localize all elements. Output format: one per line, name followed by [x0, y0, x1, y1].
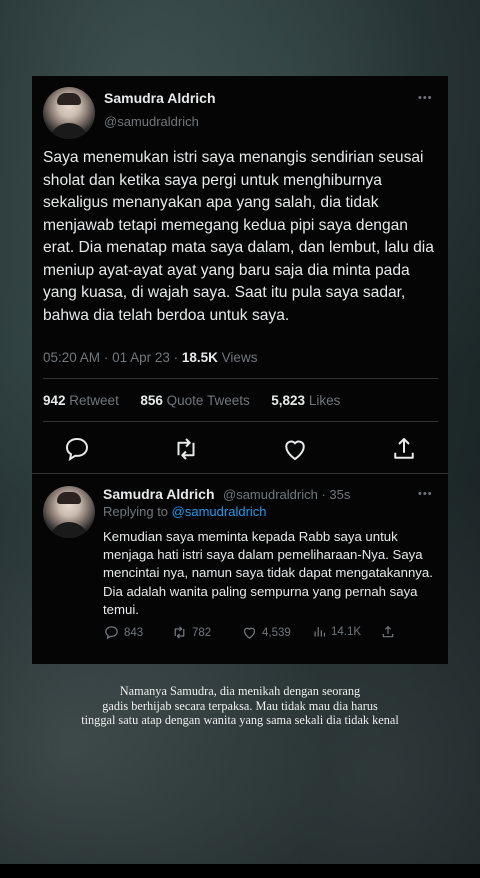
tweet-meta: 05:20 AM · 01 Apr 23 · 18.5K Views — [43, 350, 258, 365]
replying-to: Replying to @samudraldrich — [103, 504, 267, 519]
likes-stat[interactable]: 5,823 Likes — [271, 393, 340, 408]
replying-link[interactable]: @samudraldrich — [172, 504, 267, 519]
share-icon — [382, 626, 394, 638]
tweet-stats: 942 Retweet 856 Quote Tweets 5,823 Likes — [43, 393, 340, 408]
views-label: Views — [221, 350, 258, 365]
tweet-card: Samudra Aldrich @samudraldrich ••• Saya … — [32, 76, 448, 664]
reply-more-icon[interactable]: ••• — [418, 488, 433, 500]
heart-icon — [243, 627, 256, 639]
comment-icon — [105, 626, 118, 640]
reply-actions: 843 782 4,539 14.1K — [103, 624, 433, 644]
views-count: 18.5K — [181, 350, 218, 365]
reply-age[interactable]: 35s — [329, 487, 350, 502]
quotes-stat[interactable]: 856 Quote Tweets — [140, 393, 249, 408]
retweet-icon[interactable] — [171, 434, 201, 464]
views-icon — [314, 627, 326, 637]
retweet-icon — [174, 626, 185, 639]
tweet-actions — [43, 434, 438, 464]
reply-body: Kemudian saya meminta kepada Rabb saya u… — [103, 529, 433, 617]
reply-author-name[interactable]: Samudra Aldrich — [103, 486, 215, 502]
author-name[interactable]: Samudra Aldrich — [104, 90, 216, 106]
reply-retweet-count: 782 — [192, 626, 212, 639]
reply-share[interactable] — [380, 624, 396, 640]
tweet-time[interactable]: 05:20 AM — [43, 350, 100, 365]
author-handle[interactable]: @samudraldrich — [104, 114, 199, 129]
reply-header-meta: @samudraldrich · 35s — [223, 487, 351, 502]
caption-line-2: gadis berhijab secara terpaksa. Mau tida… — [102, 698, 378, 713]
reply-like[interactable]: 4,539 — [241, 624, 291, 641]
tweet-date[interactable]: 01 Apr 23 — [112, 350, 170, 365]
divider — [43, 378, 438, 379]
caption-line-1: Namanya Samudra, dia menikah dengan seor… — [119, 684, 361, 698]
bottom-bar — [0, 864, 480, 878]
caption-line-3: tinggal satu atap dengan wanita yang sam… — [81, 713, 399, 727]
more-icon[interactable]: ••• — [418, 92, 433, 104]
reply-avatar[interactable] — [43, 486, 95, 538]
reply-like-count: 4,539 — [262, 626, 291, 639]
divider — [32, 473, 448, 474]
reply-author-handle[interactable]: @samudraldrich — [223, 487, 318, 502]
retweets-stat[interactable]: 942 Retweet — [43, 393, 119, 408]
reply-comment-count: 843 — [124, 626, 144, 639]
avatar[interactable] — [43, 87, 95, 139]
divider — [43, 421, 438, 422]
reply-comment[interactable]: 843 — [103, 624, 143, 641]
replying-prefix: Replying to — [103, 504, 169, 519]
heart-icon[interactable] — [280, 434, 310, 464]
caption: Namanya Samudra, dia menikah dengan seor… — [40, 684, 440, 728]
comment-icon[interactable] — [62, 434, 92, 464]
tweet-body: Saya menemukan istri saya menangis sendi… — [43, 149, 434, 324]
reply-views-count: 14.1K — [331, 625, 362, 638]
share-icon[interactable] — [389, 434, 419, 464]
reply-views[interactable]: 14.1K — [312, 624, 361, 639]
reply-retweet[interactable]: 782 — [171, 624, 211, 641]
